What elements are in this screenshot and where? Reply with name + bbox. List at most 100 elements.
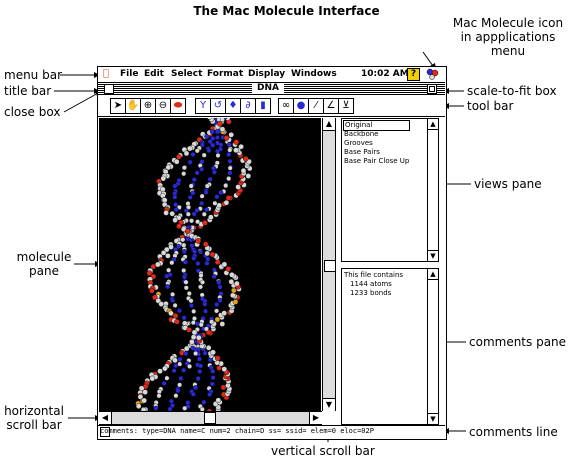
label-icon[interactable]: ⊻ bbox=[338, 98, 354, 114]
atom bbox=[202, 241, 209, 247]
spacefill-icon[interactable]: ● bbox=[293, 98, 309, 114]
angle-icon[interactable]: ∠ bbox=[323, 98, 339, 114]
mac-molecule-app-icon[interactable] bbox=[426, 68, 439, 80]
views-scroll-up-icon[interactable]: ▲ bbox=[428, 119, 438, 130]
atom bbox=[219, 126, 226, 133]
scroll-up-arrow-icon[interactable]: ▲ bbox=[323, 118, 335, 131]
view-item-base-pairs[interactable]: Base Pairs bbox=[344, 148, 409, 157]
comment-line: 1144 atoms bbox=[350, 280, 392, 288]
vertical-scroll-thumb[interactable] bbox=[324, 260, 336, 272]
menu-edit[interactable]: Edit bbox=[144, 69, 164, 80]
comments-scroll-bar[interactable]: ▲ ▼ bbox=[427, 269, 438, 424]
close-box[interactable] bbox=[104, 84, 114, 94]
atom bbox=[172, 217, 178, 223]
atom bbox=[158, 301, 165, 307]
atom bbox=[163, 210, 169, 216]
atom bbox=[187, 363, 193, 369]
menu-select[interactable]: Select bbox=[171, 69, 202, 80]
atom bbox=[180, 237, 186, 243]
depth-icon[interactable]: ▮ bbox=[255, 98, 271, 114]
menu-format[interactable]: Format bbox=[207, 69, 243, 80]
vertical-scroll-bar[interactable]: ▲ ▼ bbox=[322, 118, 336, 411]
atom bbox=[207, 176, 213, 182]
atom bbox=[182, 259, 188, 265]
rotate-z-icon[interactable]: ♦ bbox=[225, 98, 241, 114]
comment-line: This file contains bbox=[344, 271, 404, 279]
atom bbox=[209, 251, 216, 258]
view-item-base-pair-close-up[interactable]: Base Pair Close Up bbox=[344, 157, 409, 166]
menu-file[interactable]: File bbox=[120, 69, 138, 80]
atom bbox=[219, 321, 226, 327]
atom bbox=[190, 190, 196, 196]
menu-display[interactable]: Display bbox=[248, 69, 285, 80]
title-bar[interactable]: DNA bbox=[98, 83, 445, 95]
atom bbox=[212, 200, 218, 206]
scale-to-fit-box[interactable] bbox=[427, 84, 437, 94]
atom bbox=[165, 252, 171, 259]
zoom-out-icon[interactable]: ⊖ bbox=[155, 98, 171, 114]
horizontal-scroll-bar[interactable]: ◀ ▶ bbox=[99, 411, 322, 425]
bond-tool-icon[interactable]: ∞ bbox=[278, 98, 294, 114]
views-scroll-down-icon[interactable]: ▼ bbox=[428, 250, 438, 261]
grow-box-icon[interactable] bbox=[100, 427, 110, 437]
horizontal-scroll-thumb[interactable] bbox=[204, 412, 216, 424]
atom bbox=[171, 368, 177, 374]
translate-icon[interactable]: ∂ bbox=[240, 98, 256, 114]
rotate-x-icon[interactable]: Y bbox=[195, 98, 211, 114]
help-icon[interactable]: ? bbox=[407, 68, 420, 81]
atom bbox=[185, 211, 191, 217]
atom bbox=[164, 273, 170, 279]
scroll-right-arrow-icon[interactable]: ▶ bbox=[309, 412, 322, 424]
scroll-left-arrow-icon[interactable]: ◀ bbox=[99, 412, 112, 424]
atom bbox=[142, 389, 148, 395]
rotate-tool-icon[interactable]: ⬬ bbox=[170, 98, 186, 114]
atom bbox=[229, 271, 235, 278]
atom bbox=[233, 139, 240, 145]
comments-scroll-up-icon[interactable]: ▲ bbox=[428, 269, 438, 280]
atom bbox=[218, 190, 224, 196]
callout-scale-to-fit: scale-to-fit box bbox=[467, 84, 557, 98]
apple-menu-icon[interactable]:  bbox=[103, 68, 109, 79]
views-list: Original Backbone Grooves Base Pairs Bas… bbox=[342, 120, 411, 166]
atom bbox=[170, 291, 176, 297]
view-item-backbone[interactable]: Backbone bbox=[344, 130, 409, 139]
atom bbox=[191, 211, 197, 217]
atom bbox=[189, 339, 195, 345]
comments-scroll-down-icon[interactable]: ▼ bbox=[428, 413, 438, 424]
atom bbox=[172, 302, 178, 308]
atom bbox=[176, 308, 182, 314]
atom bbox=[210, 349, 216, 356]
atom bbox=[191, 329, 198, 336]
atom bbox=[153, 405, 159, 411]
rotate-y-icon[interactable]: ↺ bbox=[210, 98, 226, 114]
scroll-down-arrow-icon[interactable]: ▼ bbox=[323, 398, 335, 411]
menu-windows[interactable]: Windows bbox=[291, 69, 337, 80]
molecule-pane[interactable] bbox=[99, 118, 321, 411]
arrow-tool-icon[interactable]: ➤ bbox=[110, 98, 126, 114]
atom bbox=[166, 267, 172, 273]
atom bbox=[225, 195, 232, 201]
window-title: DNA bbox=[252, 83, 284, 94]
atom bbox=[186, 290, 192, 296]
atom bbox=[173, 158, 180, 165]
comments-text[interactable]: This file contains 1144 atoms 1233 bonds bbox=[344, 271, 403, 298]
hand-tool-icon[interactable]: ✋ bbox=[125, 98, 141, 114]
atom bbox=[206, 148, 212, 154]
view-item-grooves[interactable]: Grooves bbox=[344, 139, 409, 148]
atom bbox=[229, 292, 236, 299]
atom bbox=[164, 375, 170, 381]
atom bbox=[193, 385, 199, 391]
atom bbox=[186, 327, 192, 333]
atom bbox=[230, 287, 237, 294]
atom bbox=[181, 315, 187, 321]
zoom-in-icon[interactable]: ⊕ bbox=[140, 98, 156, 114]
views-pane: Original Backbone Grooves Base Pairs Bas… bbox=[341, 118, 439, 262]
atom bbox=[181, 249, 187, 255]
atom bbox=[214, 148, 220, 154]
atom bbox=[157, 368, 163, 374]
callout-views-pane: views pane bbox=[474, 177, 542, 191]
measure-icon[interactable]: ⁄ bbox=[308, 98, 324, 114]
atom bbox=[181, 165, 187, 171]
view-item-original[interactable]: Original bbox=[342, 120, 411, 131]
views-scroll-bar[interactable]: ▲ ▼ bbox=[427, 119, 438, 261]
